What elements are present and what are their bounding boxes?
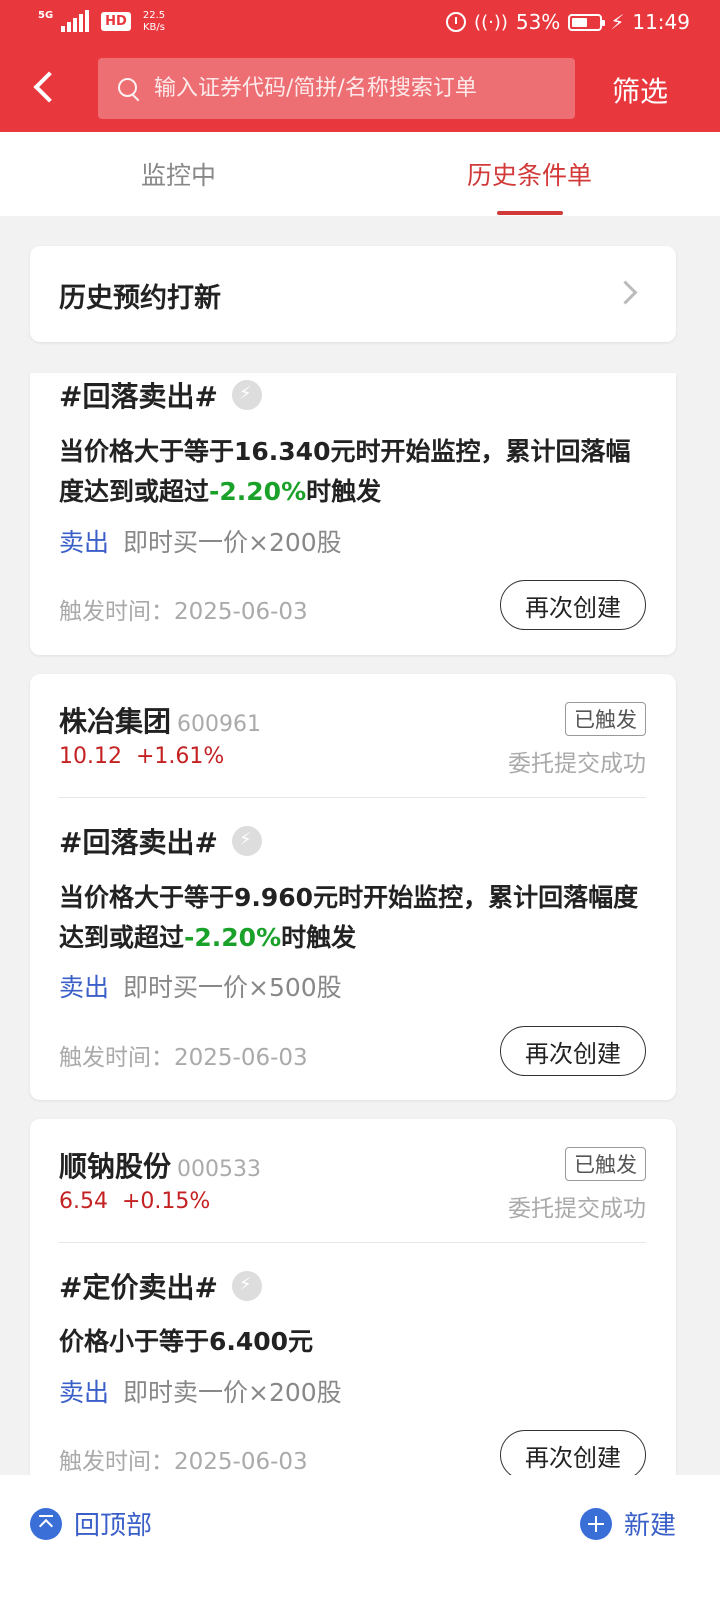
- order-detail: 即时买一价×500股: [123, 973, 342, 1002]
- recreate-button[interactable]: 再次创建: [500, 580, 646, 630]
- arrow-up-icon: [30, 1507, 62, 1540]
- filter-button[interactable]: 筛选: [612, 70, 668, 110]
- vibrate-icon: ((·)): [474, 11, 508, 33]
- battery-percent: 53%: [515, 10, 561, 34]
- divider: [59, 797, 646, 798]
- status-badge: 已触发: [565, 702, 646, 736]
- lightning-icon: [231, 826, 262, 856]
- order-detail: 即时买一价×200股: [123, 528, 342, 557]
- hd-badge: HD: [101, 12, 131, 31]
- recreate-button[interactable]: 再次创建: [500, 1026, 646, 1076]
- order-card: 株冶集团 600961 10.12 +1.61% 已触发 委托提交成功 #回落卖出#…: [30, 674, 676, 1100]
- order-condition: 当价格大于等于16.340元时开始监控，累计回落幅度达到或超过-2.20%时触发: [59, 437, 631, 506]
- condition-threshold: -2.20%: [209, 477, 307, 506]
- trigger-time: 触发时间：2025-06-03: [59, 1449, 308, 1475]
- condition-threshold: -2.20%: [184, 923, 282, 952]
- tab-monitoring[interactable]: 监控中: [141, 156, 216, 192]
- order-direction: 卖出: [59, 528, 110, 557]
- order-status: 委托提交成功: [508, 751, 646, 777]
- order-card: #回落卖出# 当价格大于等于16.340元时开始监控，累计回落幅度达到或超过-2…: [30, 373, 676, 655]
- order-action: 卖出 即时卖一价×200股: [59, 1373, 342, 1409]
- stock-code: 000533: [177, 1157, 261, 1182]
- order-action: 卖出 即时买一价×500股: [59, 968, 342, 1004]
- trigger-time: 触发时间：2025-06-03: [59, 599, 308, 625]
- order-direction: 卖出: [59, 1378, 110, 1407]
- network-speed: 22.5 KB/s: [142, 10, 166, 33]
- stock-name: 顺钠股份 000533: [59, 1150, 261, 1183]
- battery-icon: [568, 13, 606, 31]
- order-condition: 价格小于等于6.400元: [59, 1327, 314, 1356]
- history-ipo-row[interactable]: 历史预约打新: [30, 246, 676, 342]
- network-indicator: 5G: [38, 10, 54, 21]
- new-order-button[interactable]: 新建: [579, 1505, 676, 1542]
- recreate-button[interactable]: 再次创建: [500, 1430, 646, 1480]
- stock-code: 600961: [177, 712, 261, 737]
- chevron-right-icon: [613, 280, 638, 305]
- search-box[interactable]: [98, 58, 575, 119]
- trigger-time: 触发时间：2025-06-03: [59, 1045, 308, 1071]
- order-type: #定价卖出#: [59, 1266, 262, 1306]
- back-to-top-button[interactable]: 回顶部: [30, 1505, 152, 1542]
- status-badge: 已触发: [565, 1147, 646, 1181]
- order-detail: 即时卖一价×200股: [123, 1378, 342, 1407]
- search-input[interactable]: [152, 75, 556, 102]
- order-type: #回落卖出#: [59, 821, 262, 861]
- bottom-bar: 回顶部 新建: [0, 1475, 720, 1600]
- lightning-icon: [231, 1271, 262, 1301]
- plus-icon: [579, 1507, 612, 1540]
- alarm-icon: [446, 12, 467, 32]
- stock-name: 株冶集团 600961: [59, 705, 261, 738]
- divider: [59, 1242, 646, 1243]
- back-arrow-icon[interactable]: [28, 68, 68, 108]
- charging-icon: ⚡: [610, 10, 625, 34]
- stock-quote: 6.54 +0.15%: [59, 1189, 211, 1214]
- lightning-icon: [231, 380, 262, 410]
- top-bar: 5G HD 22.5 KB/s ((·)) 53% ⚡ 11:49 筛选: [0, 0, 720, 132]
- tab-bar: 监控中 历史条件单: [0, 132, 720, 216]
- stock-quote: 10.12 +1.61%: [59, 744, 225, 769]
- order-action: 卖出 即时买一价×200股: [59, 523, 342, 559]
- tab-history-orders[interactable]: 历史条件单: [467, 156, 592, 192]
- history-ipo-label: 历史预约打新: [59, 283, 221, 314]
- order-type: #回落卖出#: [59, 375, 262, 415]
- clock: 11:49: [632, 10, 690, 34]
- status-bar: 5G HD 22.5 KB/s ((·)) 53% ⚡ 11:49: [0, 0, 720, 46]
- signal-icon: [61, 10, 90, 32]
- order-status: 委托提交成功: [508, 1196, 646, 1222]
- order-condition: 当价格大于等于9.960元时开始监控，累计回落幅度达到或超过-2.20%时触发: [59, 883, 639, 952]
- search-icon: [118, 77, 140, 100]
- order-direction: 卖出: [59, 973, 110, 1002]
- active-tab-indicator: [497, 211, 563, 215]
